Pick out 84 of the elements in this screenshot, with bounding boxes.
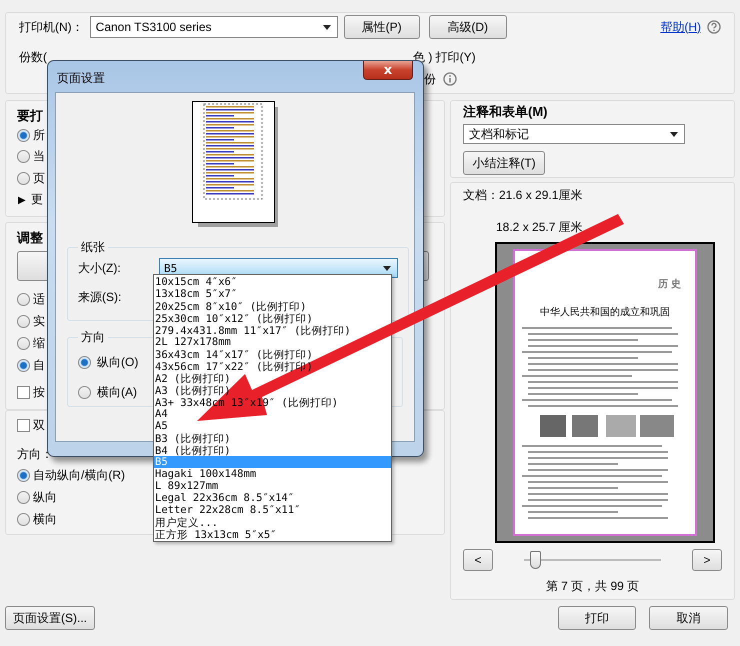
list-option[interactable]: 36x43cm 14″x17″ (比例打印) (154, 348, 391, 360)
list-option[interactable]: B4 (比例打印) (154, 444, 391, 456)
radio-label: 自动纵向/横向(R) (33, 467, 125, 484)
list-option[interactable]: A3 (比例打印) (154, 384, 391, 396)
radio-label: 纵向 (33, 489, 57, 506)
advanced-button[interactable]: 高级(D) (428, 15, 507, 39)
list-option[interactable]: Hagaki 100x148mm (154, 468, 391, 480)
properties-button[interactable]: 属性(P) (344, 15, 420, 39)
copies-suffix: 份 (424, 70, 436, 88)
radio-button[interactable] (17, 172, 30, 186)
list-option[interactable]: 10x15cm 4″x6″ (154, 276, 391, 288)
radio-label: 页 (33, 170, 45, 188)
radio-label: 所 (33, 126, 45, 144)
section-title: 注释和表单(M) (463, 103, 548, 121)
next-page-button[interactable]: > (692, 549, 722, 572)
radio-button[interactable] (17, 358, 30, 372)
paper-size-text: 18.2 x 25.7 厘米 (496, 219, 583, 236)
radio-label: 横向(A) (97, 384, 137, 400)
help-icon[interactable] (707, 20, 721, 34)
radio-button[interactable] (17, 336, 30, 350)
list-option[interactable]: Letter 22x28cm 8.5″x11″ (154, 504, 391, 516)
section-title: 要打 (17, 107, 43, 125)
summarize-comments-button[interactable]: 小结注释(T) (463, 151, 545, 175)
section-title: 调整 (17, 229, 43, 247)
radio-button[interactable] (17, 315, 30, 328)
more-options-label: 更 (31, 191, 43, 208)
list-option[interactable]: 用户定义... (154, 516, 391, 528)
checkbox-label: 双 (33, 417, 45, 434)
list-option[interactable]: 正方形 13x13cm 5″x5″ (154, 528, 391, 540)
list-option[interactable]: A4 (154, 408, 391, 420)
copies-label: 份数( (19, 49, 47, 66)
slider-thumb[interactable] (530, 551, 541, 570)
list-option[interactable]: 2L 127x178mm (154, 336, 391, 348)
list-option[interactable]: B3 (比例打印) (154, 432, 391, 444)
radio-button[interactable] (17, 150, 30, 163)
radio-label: 实 (33, 313, 45, 330)
radio-button[interactable] (78, 356, 91, 368)
list-option[interactable]: 25x30cm 10″x12″ (比例打印) (154, 312, 391, 324)
previous-page-button[interactable]: < (463, 549, 493, 572)
list-option[interactable]: 20x25cm 8″x10″ (比例打印) (154, 300, 391, 312)
page-header: 历 史 (658, 278, 681, 291)
dropdown-caret-icon (670, 132, 678, 136)
dropdown-caret-icon (322, 24, 331, 30)
document-size-text: 文档：21.6 x 29.1厘米 (463, 187, 582, 204)
radio-label: 横向 (33, 510, 57, 528)
radio-label: 纵向(O) (97, 354, 138, 370)
cancel-button[interactable]: 取消 (649, 606, 728, 630)
radio-button[interactable] (17, 512, 30, 526)
radio-label: 适 (33, 291, 45, 308)
radio-label: 自 (33, 356, 45, 374)
list-option[interactable]: A2 (比例打印) (154, 372, 391, 384)
list-option[interactable]: A5 (154, 420, 391, 432)
dialog-title: 页面设置 (57, 70, 105, 87)
page-status: 第 7 页，共 99 页 (546, 578, 640, 595)
comments-select[interactable]: 文档和标记 (463, 124, 685, 144)
close-button[interactable]: x (363, 61, 413, 80)
list-option[interactable]: 13x18cm 5″x7″ (154, 288, 391, 300)
list-option[interactable]: Legal 22x36cm 8.5″x14″ (154, 492, 391, 504)
list-option[interactable]: 279.4x431.8mm 11″x17″ (比例打印) (154, 324, 391, 336)
dropdown-caret-icon (383, 266, 391, 270)
document-title: 中华人民共和国的成立和巩固 (540, 306, 670, 319)
group-title: 方向 (80, 329, 106, 346)
list-option[interactable]: L 89x127mm (154, 480, 391, 492)
size-label: 大小(Z): (78, 260, 122, 276)
radio-button[interactable] (17, 128, 30, 142)
checkbox-label: 按 (33, 384, 45, 401)
info-icon (443, 72, 457, 86)
radio-label: 当 (33, 148, 45, 165)
print-button[interactable]: 打印 (558, 606, 636, 630)
radio-label: 缩 (33, 334, 45, 352)
radio-button[interactable] (17, 293, 30, 306)
expand-arrow[interactable]: ▶ (18, 194, 26, 206)
group-title: 纸张 (80, 239, 106, 256)
radio-button[interactable] (17, 491, 30, 504)
radio-button[interactable] (17, 469, 30, 482)
page-setup-button[interactable]: 页面设置(S)... (5, 606, 95, 630)
radio-button[interactable] (78, 386, 91, 398)
checkbox[interactable] (17, 419, 30, 432)
printer-label: 打印机(N)： (19, 18, 84, 36)
printer-select[interactable]: Canon TS3100 series (90, 16, 338, 38)
orientation-label: 方向： (17, 446, 53, 463)
checkbox[interactable] (17, 386, 30, 399)
source-label: 来源(S): (78, 288, 122, 306)
help-link[interactable]: 帮助(H) (660, 18, 701, 36)
